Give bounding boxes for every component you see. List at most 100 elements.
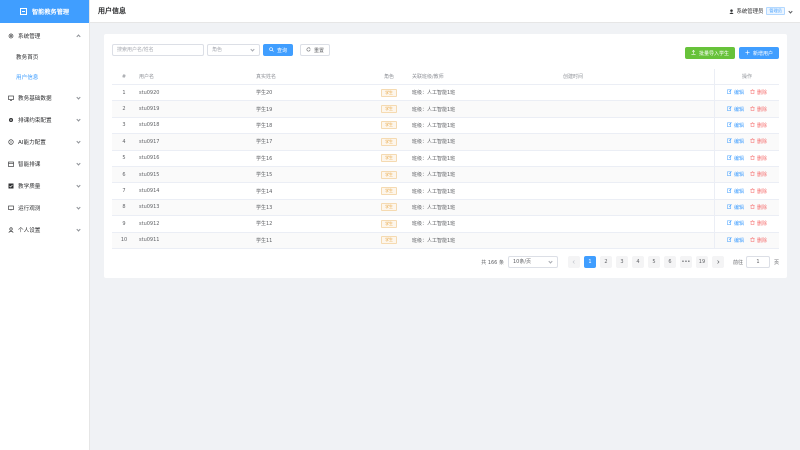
- prev-page-button[interactable]: [567, 256, 580, 268]
- sidebar-item-scheduling[interactable]: 智能排课: [0, 153, 89, 175]
- cell-relation: 班级：人工智能1班: [412, 106, 456, 113]
- cell-relation: 班级：人工智能1班: [412, 172, 456, 179]
- cell-relation: 班级：人工智能1班: [412, 90, 456, 97]
- role-tag: 学生: [381, 170, 397, 179]
- table-row: 7 stu0914 学生14 学生 班级：人工智能1班 编辑 删除: [112, 183, 779, 200]
- calendar-icon: [8, 161, 14, 167]
- cell-created: [560, 85, 715, 101]
- search-input[interactable]: 搜索用户名/姓名: [112, 44, 204, 56]
- more-pages-button[interactable]: •••: [679, 256, 692, 268]
- edit-button[interactable]: 编辑: [727, 204, 744, 211]
- edit-label: 编辑: [733, 90, 744, 97]
- sidebar-item-label: 个人设置: [18, 228, 41, 234]
- table-row: 6 stu0915 学生15 学生 班级：人工智能1班 编辑 删除: [112, 166, 779, 184]
- page-size-value: 10条/页: [512, 259, 532, 265]
- role-tag: 学生: [381, 187, 397, 196]
- gear-icon: [8, 117, 14, 123]
- sidebar-item-system[interactable]: 系统管理: [0, 25, 89, 47]
- edit-button[interactable]: 编辑: [727, 236, 744, 244]
- page-button[interactable]: 2: [599, 256, 612, 268]
- cell-relation: 班级：人工智能1班: [412, 188, 456, 195]
- edit-button[interactable]: 编辑: [727, 138, 744, 145]
- delete-button[interactable]: 删除: [750, 171, 767, 178]
- chevron-down-icon: [76, 117, 81, 122]
- search-icon: [269, 46, 274, 54]
- page-button[interactable]: 6: [663, 256, 676, 268]
- pagination: 共 166 条 10条/页 1 2 3 4 5 6 ••• 19 前往 1 页: [481, 256, 779, 268]
- delete-label: 删除: [757, 237, 768, 244]
- edit-button[interactable]: 编辑: [727, 105, 744, 113]
- trash-icon: [750, 187, 755, 195]
- next-page-button[interactable]: [711, 256, 724, 268]
- sidebar-item-label: 系统管理: [18, 34, 41, 40]
- role-select[interactable]: 角色: [207, 44, 260, 56]
- goto-page-input[interactable]: 1: [745, 256, 770, 268]
- role-tag: 学生: [381, 203, 397, 212]
- cell-username: stu0918: [139, 122, 160, 129]
- cell-role: 学生: [369, 170, 409, 179]
- user-icon: [729, 8, 735, 14]
- cell-username: stu0914: [139, 188, 160, 195]
- user-menu[interactable]: 系统管理员 管理员: [729, 7, 793, 15]
- brand-header[interactable]: 智能教务管理: [0, 0, 89, 23]
- cell-index: 7: [122, 188, 126, 195]
- user-icon: [8, 227, 14, 233]
- delete-button[interactable]: 删除: [750, 220, 767, 227]
- chevron-left-icon: [572, 260, 575, 264]
- page-size-select[interactable]: 10条/页: [507, 256, 558, 268]
- trash-icon: [750, 171, 755, 178]
- delete-button[interactable]: 删除: [750, 105, 767, 113]
- sidebar-subitem-home[interactable]: 教务首页: [0, 47, 89, 67]
- delete-button[interactable]: 删除: [750, 138, 767, 145]
- column-header-relation: 关联班级/教师: [412, 74, 444, 80]
- trash-icon: [750, 236, 755, 244]
- page-button[interactable]: 5: [647, 256, 660, 268]
- edit-button[interactable]: 编辑: [727, 89, 744, 96]
- delete-button[interactable]: 删除: [750, 236, 768, 244]
- sidebar-subitem-users[interactable]: 用户信息: [0, 67, 89, 87]
- page-button[interactable]: 19: [695, 256, 708, 268]
- cell-created: [560, 134, 715, 150]
- page-button[interactable]: 1: [583, 256, 596, 268]
- delete-button[interactable]: 删除: [750, 89, 767, 96]
- cell-realname: 学生15: [256, 172, 273, 179]
- cell-created: [560, 232, 715, 248]
- edit-button[interactable]: 编辑: [727, 187, 744, 195]
- cell-relation: 班级：人工智能1班: [412, 122, 456, 129]
- delete-button[interactable]: 删除: [750, 154, 767, 162]
- edit-button[interactable]: 编辑: [727, 122, 744, 129]
- delete-label: 删除: [757, 139, 768, 146]
- table-row: 2 stu0919 学生19 学生 班级：人工智能1班 编辑 删除: [112, 101, 779, 118]
- cell-realname: 学生19: [256, 106, 273, 113]
- cell-role: 学生: [369, 187, 409, 196]
- cell-created: [560, 117, 715, 134]
- table-row: 4 stu0917 学生17 学生 班级：人工智能1班 编辑 删除: [112, 134, 779, 151]
- add-user-button[interactable]: 新增用户: [738, 47, 779, 59]
- page-button[interactable]: 3: [615, 256, 628, 268]
- edit-icon: [727, 187, 732, 195]
- sidebar-item-personal[interactable]: 个人设置: [0, 219, 89, 241]
- edit-icon: [727, 122, 732, 129]
- search-button[interactable]: 查询: [263, 44, 294, 56]
- edit-button[interactable]: 编辑: [727, 154, 744, 162]
- delete-button[interactable]: 删除: [750, 187, 767, 195]
- sidebar-item-quality[interactable]: 教学质量: [0, 175, 89, 197]
- edit-button[interactable]: 编辑: [727, 220, 744, 227]
- page-button[interactable]: 4: [631, 256, 644, 268]
- pagination-total: 共 166 条: [481, 259, 504, 266]
- batch-import-button[interactable]: 批量导入学生: [684, 47, 735, 59]
- delete-button[interactable]: 删除: [750, 122, 767, 129]
- reset-button[interactable]: 重置: [300, 44, 331, 56]
- sidebar-item-basic-data[interactable]: 教务基础数据: [0, 87, 89, 109]
- cell-relation: 班级：人工智能1班: [412, 237, 456, 244]
- delete-button[interactable]: 删除: [750, 204, 767, 211]
- sidebar-item-constraints[interactable]: 排课约束配置: [0, 109, 89, 131]
- cell-role: 学生: [369, 154, 409, 163]
- sidebar-item-monitoring[interactable]: 运行观测: [0, 197, 89, 219]
- edit-button[interactable]: 编辑: [727, 171, 744, 178]
- edit-label: 编辑: [733, 221, 744, 228]
- cell-username: stu0917: [139, 138, 160, 145]
- sidebar-item-ai[interactable]: AI能力配置: [0, 131, 89, 153]
- edit-label: 编辑: [733, 122, 744, 129]
- chevron-down-icon: [250, 47, 255, 52]
